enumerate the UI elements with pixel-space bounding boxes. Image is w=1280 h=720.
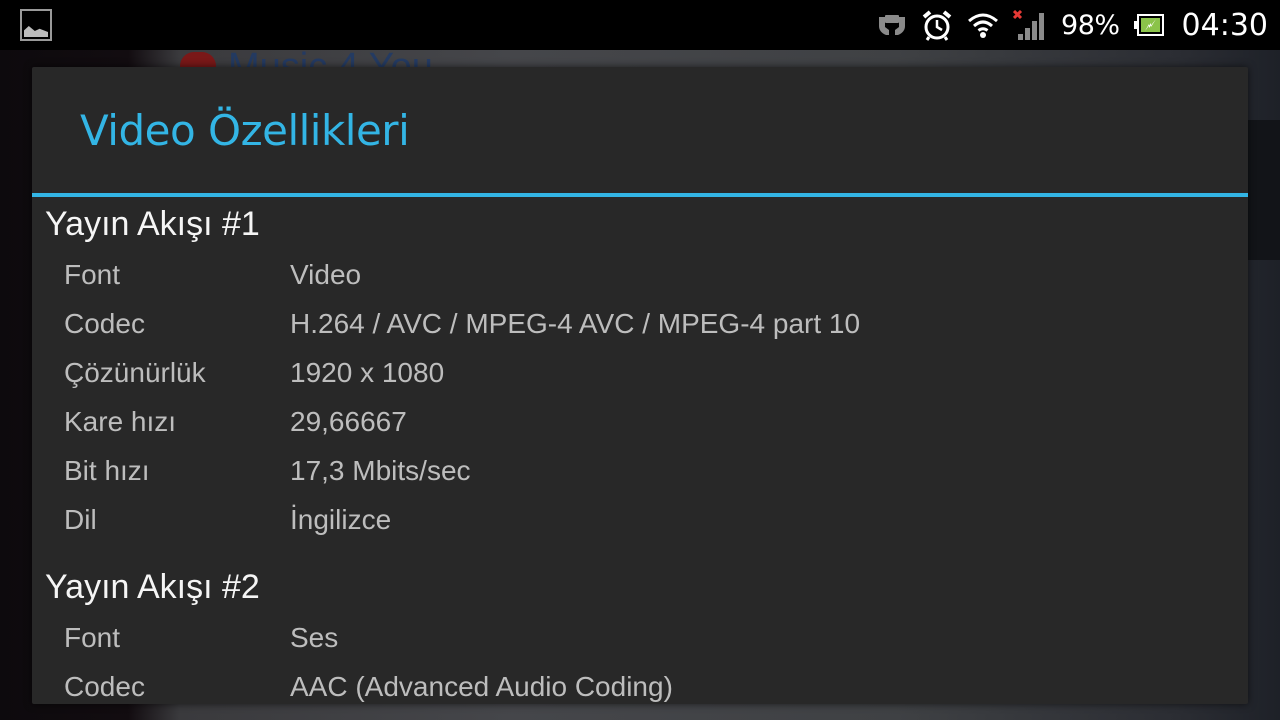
nfc-icon xyxy=(879,15,906,35)
dialog-title: Video Özellikleri xyxy=(80,106,410,155)
property-value: Ses xyxy=(290,622,339,653)
property-row: Font Video xyxy=(32,259,1248,308)
property-row: Codec AAC (Advanced Audio Coding) xyxy=(32,671,1248,704)
property-row: Bit hızı 17,3 Mbits/sec xyxy=(32,455,1248,504)
property-row: Dil İngilizce xyxy=(32,504,1248,553)
status-bar: 98% 04:30 xyxy=(0,0,1280,50)
property-value: H.264 / AVC / MPEG-4 AVC / MPEG-4 part 1… xyxy=(290,308,861,339)
property-value: 29,66667 xyxy=(290,406,407,437)
wifi-icon xyxy=(968,13,998,38)
property-value: AAC (Advanced Audio Coding) xyxy=(290,671,673,702)
property-label: Font xyxy=(64,259,121,290)
property-value: 1920 x 1080 xyxy=(290,357,445,388)
title-divider xyxy=(32,193,1248,197)
status-icons: 98% 04:30 xyxy=(877,0,1268,50)
property-value: İngilizce xyxy=(290,504,392,535)
property-label: Codec xyxy=(64,671,145,702)
property-label: Bit hızı xyxy=(64,455,150,486)
video-properties-dialog: Video Özellikleri Yayın Akışı #1 Font Vi… xyxy=(32,67,1248,704)
property-value: 17,3 Mbits/sec xyxy=(290,455,471,486)
property-label: Çözünürlük xyxy=(64,357,206,388)
property-value: Video xyxy=(290,259,362,290)
property-label: Codec xyxy=(64,308,145,339)
property-label: Kare hızı xyxy=(64,406,177,437)
property-label: Dil xyxy=(64,504,97,535)
section-title-stream-2: Yayın Akışı #2 xyxy=(45,568,260,606)
property-label: Font xyxy=(64,622,121,653)
signal-no-sim-icon xyxy=(1013,10,1045,40)
battery-charging-icon xyxy=(1133,14,1164,36)
property-row: Codec H.264 / AVC / MPEG-4 AVC / MPEG-4 … xyxy=(32,308,1248,357)
image-notification-icon xyxy=(20,9,52,41)
property-row: Font Ses xyxy=(32,622,1248,671)
section-title-stream-1: Yayın Akışı #1 xyxy=(45,205,260,243)
alarm-icon xyxy=(922,10,952,41)
battery-percent: 98% xyxy=(1061,9,1120,41)
clock: 04:30 xyxy=(1181,7,1268,43)
property-row: Çözünürlük 1920 x 1080 xyxy=(32,357,1248,406)
property-row: Kare hızı 29,66667 xyxy=(32,406,1248,455)
